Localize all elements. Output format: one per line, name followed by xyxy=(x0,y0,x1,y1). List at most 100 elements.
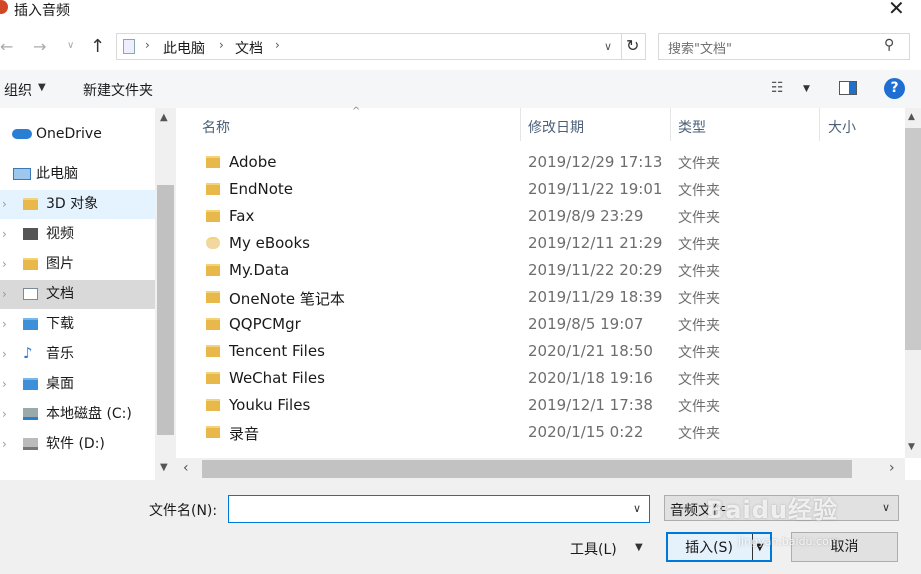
filename-input[interactable] xyxy=(228,495,650,523)
breadcrumb-documents[interactable]: 文档 xyxy=(235,38,263,58)
file-name: Fax xyxy=(229,207,255,225)
file-list-scroll-thumb[interactable] xyxy=(905,128,921,350)
file-row[interactable]: QQPCMgr 2019/8/5 19:07 文件夹 xyxy=(200,311,905,338)
file-row[interactable]: EndNote 2019/11/22 19:01 文件夹 xyxy=(200,176,905,203)
nav-item-label: 软件 (D:) xyxy=(46,436,105,452)
column-header-name[interactable]: 名称 xyxy=(202,117,230,137)
file-name: OneNote 笔记本 xyxy=(229,290,345,308)
file-type: 文件夹 xyxy=(678,318,720,334)
file-row[interactable]: Adobe 2019/12/29 17:13 文件夹 xyxy=(200,149,905,176)
scroll-left-arrow-icon[interactable]: ‹ xyxy=(183,460,189,476)
scroll-down-arrow-icon[interactable]: ▼ xyxy=(908,442,915,452)
file-row[interactable]: WeChat Files 2020/1/18 19:16 文件夹 xyxy=(200,365,905,392)
nav-item-downloads[interactable]: › 下载 xyxy=(0,310,155,339)
file-row[interactable]: My.Data 2019/11/22 20:29 文件夹 xyxy=(200,257,905,284)
organize-button[interactable]: 组织 xyxy=(4,80,32,100)
file-row[interactable]: My eBooks 2019/12/11 21:29 文件夹 xyxy=(200,230,905,257)
file-date: 2019/11/22 19:01 xyxy=(528,180,663,198)
file-row[interactable]: Fax 2019/8/9 23:29 文件夹 xyxy=(200,203,905,230)
search-icon[interactable]: ⚲ xyxy=(884,37,894,53)
file-date: 2020/1/15 0:22 xyxy=(528,423,644,441)
nav-item-documents[interactable]: › 文档 xyxy=(0,280,155,309)
nav-item-label: 图片 xyxy=(46,256,74,272)
videos-icon xyxy=(23,228,38,240)
folder-icon xyxy=(206,156,220,168)
filename-dropdown-icon[interactable]: ∨ xyxy=(633,502,641,515)
breadcrumb-this-pc[interactable]: 此电脑 xyxy=(163,38,205,58)
drive-d-icon xyxy=(23,438,38,450)
nav-item-drive-d[interactable]: › 软件 (D:) xyxy=(0,430,155,459)
tools-button[interactable]: 工具(L) xyxy=(570,539,617,559)
column-divider[interactable] xyxy=(819,108,820,141)
scroll-down-arrow-icon[interactable]: ▼ xyxy=(160,462,168,473)
folder-icon xyxy=(206,318,220,330)
column-header-date[interactable]: 修改日期 xyxy=(528,117,584,137)
nav-item-label: 此电脑 xyxy=(36,166,78,182)
column-divider[interactable] xyxy=(520,108,521,141)
file-name: 录音 xyxy=(229,425,260,443)
file-type: 文件夹 xyxy=(678,426,720,442)
nav-item-onedrive[interactable]: OneDrive xyxy=(0,120,155,149)
nav-item-label: 视频 xyxy=(46,226,74,242)
expand-chevron-icon[interactable]: › xyxy=(2,400,7,429)
title-bar xyxy=(0,0,921,24)
folder-icon xyxy=(206,291,220,303)
file-row[interactable]: Youku Files 2019/12/1 17:38 文件夹 xyxy=(200,392,905,419)
tools-dropdown-icon[interactable]: ▼ xyxy=(635,542,643,553)
file-type: 文件夹 xyxy=(678,210,720,226)
nav-pane-scroll-thumb[interactable] xyxy=(157,185,174,435)
expand-chevron-icon[interactable]: › xyxy=(2,250,7,279)
window-title: 插入音频 xyxy=(14,3,70,19)
horizontal-scroll-thumb[interactable] xyxy=(202,460,852,478)
nav-item-label: 音乐 xyxy=(46,346,74,362)
recent-locations-chevron-icon[interactable]: ∨ xyxy=(67,40,74,51)
file-row[interactable]: 录音 2020/1/15 0:22 文件夹 xyxy=(200,419,905,446)
expand-chevron-icon[interactable]: › xyxy=(2,190,7,219)
nav-item-pictures[interactable]: › 图片 xyxy=(0,250,155,279)
column-divider[interactable] xyxy=(670,108,671,141)
search-placeholder: 搜索"文档" xyxy=(668,42,732,57)
file-type: 文件夹 xyxy=(678,237,720,253)
address-dropdown-icon[interactable]: ∨ xyxy=(604,40,612,53)
file-name: Youku Files xyxy=(229,396,311,414)
nav-item-drive-c[interactable]: › 本地磁盘 (C:) xyxy=(0,400,155,429)
nav-item-music[interactable]: › ♪ 音乐 xyxy=(0,340,155,369)
music-icon: ♪ xyxy=(23,344,33,362)
divider xyxy=(621,33,622,60)
back-arrow-icon[interactable]: ← xyxy=(0,37,13,56)
view-options-icon[interactable]: ☷ xyxy=(771,80,784,96)
3d-objects-icon xyxy=(23,198,38,210)
file-row[interactable]: OneNote 笔记本 2019/11/29 18:39 文件夹 xyxy=(200,284,905,311)
file-date: 2019/11/29 18:39 xyxy=(528,288,663,306)
column-header-type[interactable]: 类型 xyxy=(678,117,706,137)
documents-icon xyxy=(23,288,38,300)
view-dropdown-icon[interactable]: ▼ xyxy=(803,84,810,94)
expand-chevron-icon[interactable]: › xyxy=(2,370,7,399)
filetype-dropdown-icon[interactable]: ∨ xyxy=(882,501,890,514)
preview-pane-icon[interactable] xyxy=(839,81,857,95)
expand-chevron-icon[interactable]: › xyxy=(2,280,7,309)
file-row[interactable]: Tencent Files 2020/1/21 18:50 文件夹 xyxy=(200,338,905,365)
scroll-right-arrow-icon[interactable]: › xyxy=(889,460,895,476)
new-folder-button[interactable]: 新建文件夹 xyxy=(83,80,153,100)
scroll-up-arrow-icon[interactable]: ▲ xyxy=(160,112,168,123)
nav-item-videos[interactable]: › 视频 xyxy=(0,220,155,249)
help-icon[interactable]: ? xyxy=(884,78,905,99)
nav-item-3d-objects[interactable]: › 3D 对象 xyxy=(0,190,155,219)
scroll-up-arrow-icon[interactable]: ▲ xyxy=(908,112,915,122)
expand-chevron-icon[interactable]: › xyxy=(2,220,7,249)
nav-item-label: 桌面 xyxy=(46,376,74,392)
organize-dropdown-icon[interactable]: ▼ xyxy=(38,82,46,93)
forward-arrow-icon[interactable]: → xyxy=(33,37,46,56)
nav-item-label: OneDrive xyxy=(36,126,102,142)
close-icon[interactable]: ✕ xyxy=(888,0,905,20)
up-arrow-icon[interactable]: ↑ xyxy=(90,36,105,57)
folder-icon xyxy=(206,264,220,276)
expand-chevron-icon[interactable]: › xyxy=(2,430,7,459)
nav-item-desktop[interactable]: › 桌面 xyxy=(0,370,155,399)
refresh-icon[interactable]: ↻ xyxy=(626,36,639,55)
expand-chevron-icon[interactable]: › xyxy=(2,310,7,339)
nav-item-this-pc[interactable]: 此电脑 xyxy=(0,160,155,189)
expand-chevron-icon[interactable]: › xyxy=(2,340,7,369)
column-header-size[interactable]: 大小 xyxy=(828,117,856,137)
